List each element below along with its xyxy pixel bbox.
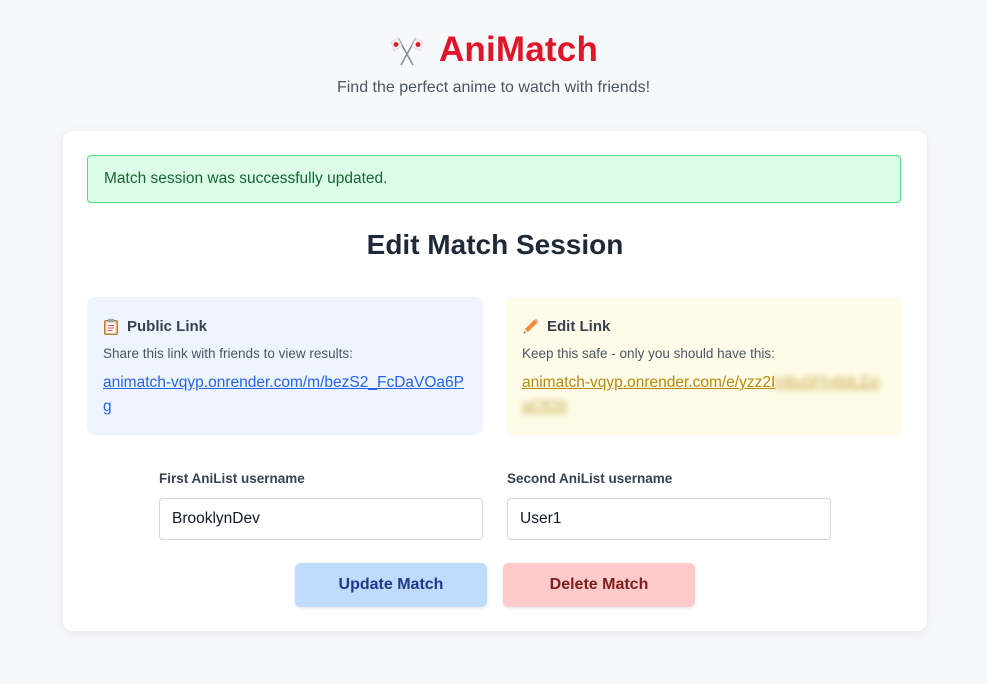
public-link-description: Share this link with friends to view res… (103, 346, 353, 361)
header: AniMatch Find the perfect anime to watch… (0, 26, 987, 97)
public-link-title: Public Link (127, 317, 208, 335)
second-username-label: Second AniList username (507, 471, 673, 486)
second-username-input[interactable] (507, 498, 831, 540)
edit-link-title: Edit Link (547, 317, 611, 335)
pencil-icon (523, 318, 539, 333)
edit-link-heading: Edit Link (522, 316, 886, 336)
edit-session-card: Match session was successfully updated. … (63, 131, 927, 631)
app-title: AniMatch (438, 30, 599, 69)
public-link-box: Public Link Share this link with friends… (87, 297, 483, 435)
edit-link-description: Keep this safe - only you should have th… (522, 346, 775, 361)
success-alert: Match session was successfully updated. (87, 155, 901, 203)
first-username-input[interactable] (159, 498, 483, 540)
edit-link-url-visible: animatch-vqyp.onrender.com/e/yzz2I (522, 374, 776, 391)
page-title: Edit Match Session (366, 229, 624, 260)
first-username-field: First AniList username (159, 471, 483, 540)
edit-link-url[interactable]: animatch-vqyp.onrender.com/e/yzz2IH8u5Fh… (522, 371, 886, 419)
alert-message: Match session was successfully updated. (104, 170, 388, 187)
first-username-label: First AniList username (159, 471, 305, 486)
delete-match-button[interactable]: Delete Match (503, 563, 695, 607)
edit-link-box: Edit Link Keep this safe - only you shou… (506, 297, 902, 435)
app-subtitle: Find the perfect anime to watch with fri… (336, 79, 651, 96)
clipboard-icon (104, 318, 118, 335)
update-match-button[interactable]: Update Match (295, 563, 487, 607)
second-username-field: Second AniList username (507, 471, 831, 540)
brand: AniMatch (389, 26, 598, 74)
crossed-flags-icon (390, 37, 424, 66)
public-link-heading: Public Link (103, 316, 467, 336)
public-link-url[interactable]: animatch-vqyp.onrender.com/m/bezS2_FcDaV… (103, 371, 467, 419)
